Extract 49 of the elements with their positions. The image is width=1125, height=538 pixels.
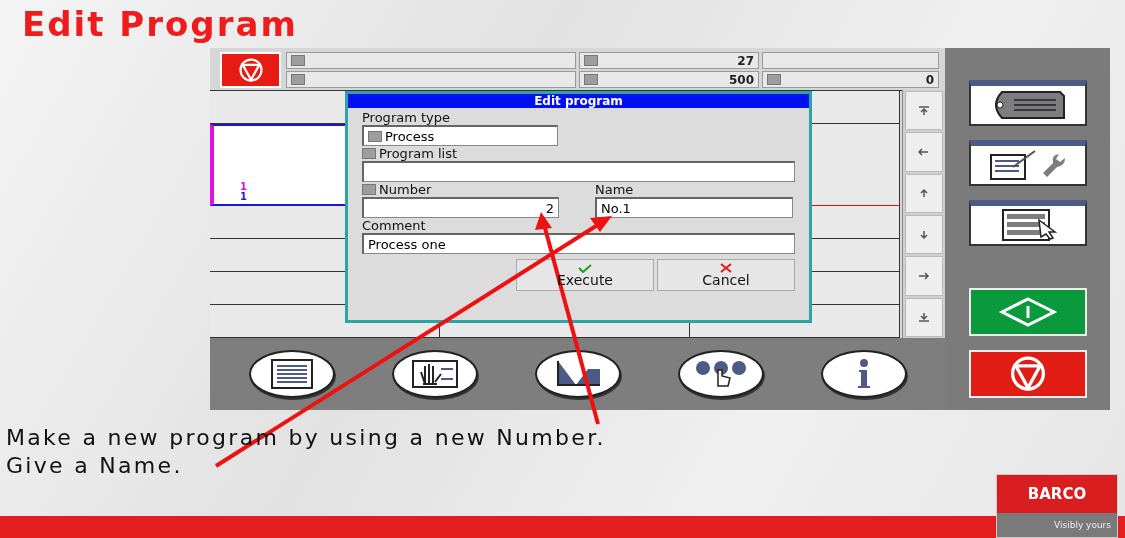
arrow-icon bbox=[918, 105, 930, 116]
caption-text: Give a Name. bbox=[6, 452, 184, 480]
status-value: 27 bbox=[737, 53, 754, 68]
arrow-icon bbox=[918, 147, 930, 157]
status-value: 0 bbox=[925, 72, 934, 87]
menu-button[interactable] bbox=[968, 200, 1087, 246]
tag-button[interactable] bbox=[968, 80, 1087, 126]
field-label: Name bbox=[595, 182, 635, 197]
arrow-icon bbox=[918, 188, 930, 199]
trend-label: 1 bbox=[240, 192, 247, 202]
dialog-title: Edit program bbox=[348, 94, 809, 108]
field-label: Number bbox=[379, 182, 432, 197]
program-list-field[interactable] bbox=[362, 161, 795, 182]
arrow-icon bbox=[918, 270, 930, 281]
scroll-button[interactable] bbox=[905, 297, 943, 337]
stop-button[interactable] bbox=[968, 350, 1087, 398]
close-icon bbox=[720, 263, 732, 273]
field-icon bbox=[291, 74, 305, 85]
field-icon bbox=[362, 184, 376, 195]
number-field[interactable]: 2 bbox=[362, 197, 559, 218]
arrow-icon bbox=[918, 229, 930, 240]
field-label: Program list bbox=[379, 146, 458, 161]
list-icon bbox=[269, 358, 314, 390]
program-type-select[interactable]: Process bbox=[362, 125, 558, 146]
hand-icon bbox=[410, 358, 459, 390]
manual-button[interactable] bbox=[391, 350, 478, 398]
field-icon bbox=[291, 55, 305, 66]
list-button[interactable] bbox=[248, 350, 335, 398]
name-field[interactable]: No.1 bbox=[595, 197, 793, 218]
field-icon bbox=[584, 55, 598, 66]
slide-title: Edit Program bbox=[22, 4, 299, 46]
field-icon bbox=[362, 148, 376, 159]
cancel-button[interactable]: Cancel bbox=[657, 259, 795, 291]
arrow-icon bbox=[918, 312, 930, 323]
start-button[interactable] bbox=[968, 288, 1087, 336]
brand-name: BARCO bbox=[997, 475, 1117, 513]
dots-pointer-icon bbox=[693, 358, 748, 390]
check-icon bbox=[578, 263, 592, 273]
brand-tagline: Visibly yours bbox=[997, 513, 1117, 537]
field-icon bbox=[767, 74, 781, 85]
comment-field[interactable]: Process one bbox=[362, 233, 795, 254]
field-label: Program type bbox=[362, 110, 452, 125]
edit-tools-button[interactable] bbox=[968, 140, 1087, 186]
status-value: 500 bbox=[728, 72, 754, 87]
field-label: Comment bbox=[362, 218, 427, 233]
start-icon bbox=[997, 296, 1058, 328]
scroll-button[interactable] bbox=[905, 91, 943, 131]
trend-label: 1 bbox=[240, 182, 247, 192]
field-icon bbox=[584, 74, 598, 85]
